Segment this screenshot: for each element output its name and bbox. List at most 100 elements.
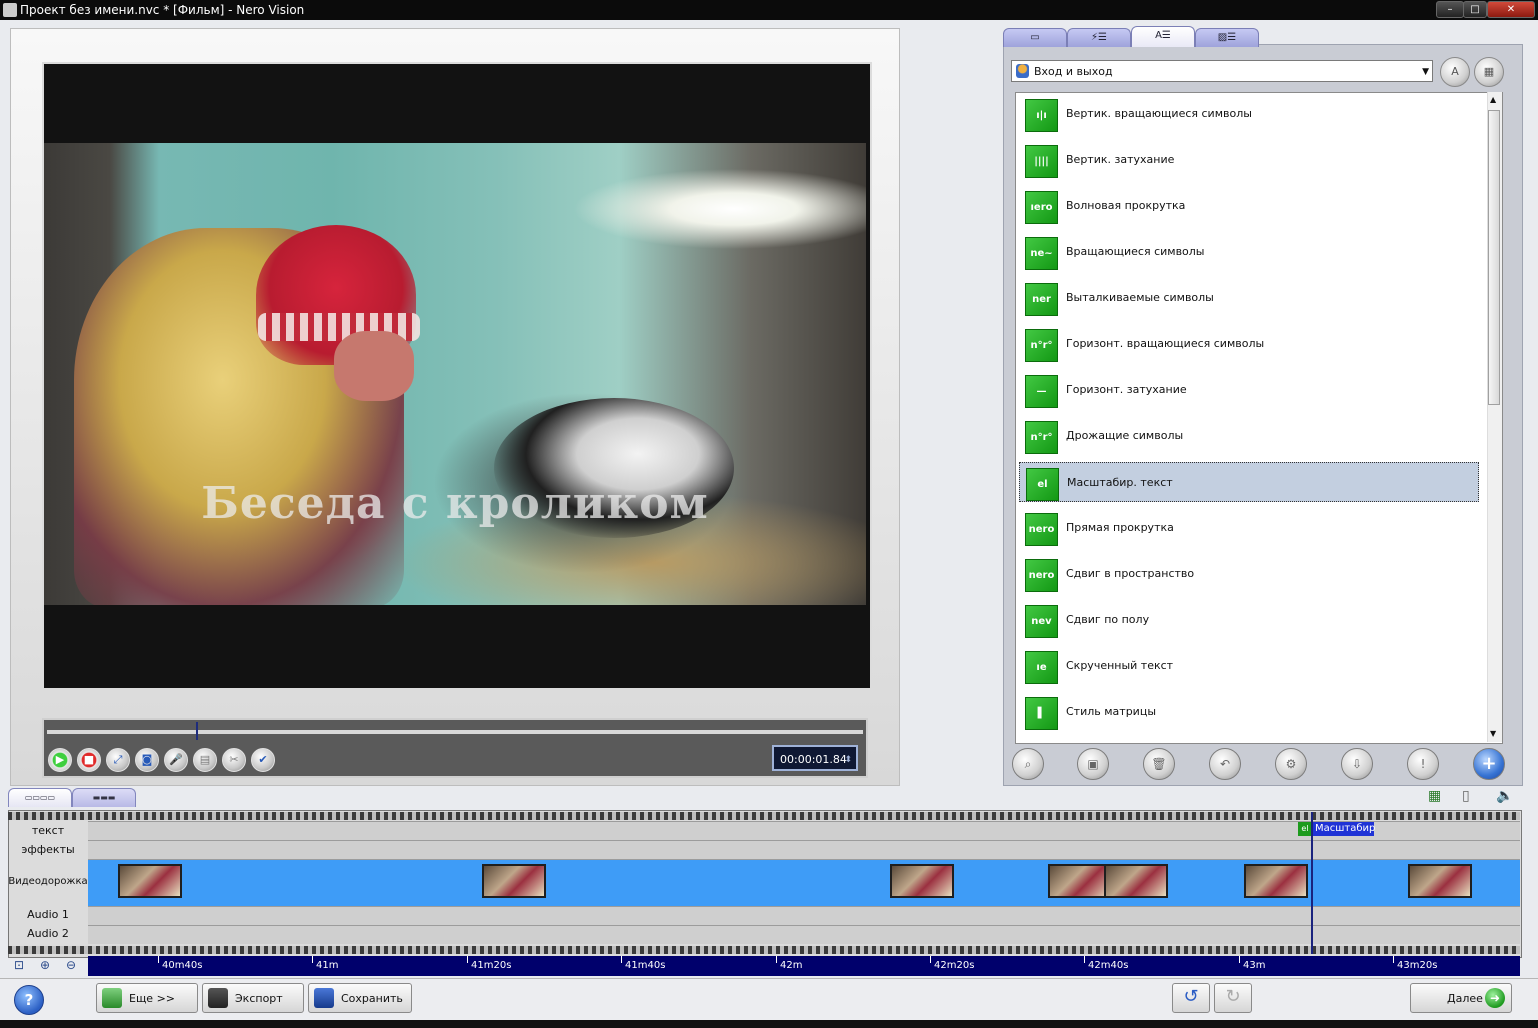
track-label-audio2: Audio 2 xyxy=(27,927,69,940)
effect-thumbnail-icon: ne~ xyxy=(1025,237,1058,270)
effect-item[interactable]: ▌ Стиль матрицы xyxy=(1019,692,1479,732)
effect-item[interactable]: ne~ Вращающиеся символы xyxy=(1019,232,1479,272)
app-icon xyxy=(3,3,17,17)
floppy-icon xyxy=(314,988,334,1008)
tab-video-effects[interactable]: ⚡☰ xyxy=(1067,28,1131,47)
effect-name: Масштабир. текст xyxy=(1067,476,1173,489)
video-clip[interactable] xyxy=(890,864,954,898)
close-button[interactable]: ✕ xyxy=(1487,1,1535,18)
trim-icon[interactable]: ▤ xyxy=(193,748,217,772)
speaker-icon[interactable]: 🔈 xyxy=(1496,788,1513,804)
effect-item[interactable]: n°r° Дрожащие символы xyxy=(1019,416,1479,456)
tab-timeline[interactable]: ▬▬▬ xyxy=(72,788,136,807)
zoom-fit-icon[interactable]: ⊡ xyxy=(14,958,30,974)
play-button[interactable]: ▶ xyxy=(48,748,72,772)
cut-icon[interactable]: ✂ xyxy=(222,748,246,772)
text-style-button[interactable]: A xyxy=(1440,57,1470,87)
effect-name: Сдвиг по полу xyxy=(1066,613,1150,626)
film-icon[interactable]: ▦ xyxy=(1428,788,1441,804)
scroll-down-icon[interactable]: ▼ xyxy=(1490,729,1496,738)
delete-icon[interactable]: 🗑 xyxy=(1143,748,1175,780)
ruler-tick: 42m xyxy=(775,956,802,976)
effect-name: Сдвиг в пространство xyxy=(1066,567,1195,580)
record-voice-button[interactable]: 🎤 xyxy=(164,748,188,772)
video-clip[interactable] xyxy=(1104,864,1168,898)
snapshot-button[interactable]: ◙ xyxy=(135,748,159,772)
zoom-in-icon[interactable]: ⊕ xyxy=(40,958,56,974)
tab-storyboard[interactable]: ▭▭▭▭ xyxy=(8,788,72,807)
undo-icon[interactable]: ↶ xyxy=(1209,748,1241,780)
tab-properties[interactable]: ▨☰ xyxy=(1195,28,1259,47)
audio2-track[interactable] xyxy=(88,925,1520,944)
redo-button[interactable]: ↻ xyxy=(1214,983,1252,1013)
effect-item[interactable]: nero Прямая прокрутка xyxy=(1019,508,1479,548)
effect-thumbnail-icon: el xyxy=(1026,468,1059,501)
ruler-tick: 40m40s xyxy=(157,956,202,976)
title-overlay-text: Беседа с кроликом xyxy=(201,478,709,529)
video-clip[interactable] xyxy=(1408,864,1472,898)
effect-thumbnail-icon: |||| xyxy=(1025,145,1058,178)
save-button[interactable]: Сохранить xyxy=(308,983,412,1013)
zoom-out-icon[interactable]: ⊖ xyxy=(66,958,82,974)
effect-item[interactable]: ıero Волновая прокрутка xyxy=(1019,186,1479,226)
timecode-field[interactable]: 00:00:01.84 ⬍ xyxy=(772,745,858,771)
book-icon[interactable]: ▯ xyxy=(1462,788,1470,804)
scrub-bar[interactable] xyxy=(47,730,863,734)
grid-view-button[interactable]: ▦ xyxy=(1474,57,1504,87)
ruler-tick: 41m40s xyxy=(620,956,665,976)
ruler-tick: 43m20s xyxy=(1392,956,1437,976)
minimize-button[interactable]: – xyxy=(1436,1,1464,18)
next-button[interactable]: Далее ➜ xyxy=(1410,983,1512,1013)
effect-name: Стиль матрицы xyxy=(1066,705,1156,718)
playhead[interactable] xyxy=(1311,812,1313,954)
next-label: Далее xyxy=(1447,992,1483,1005)
time-ruler[interactable]: 40m40s 41m 41m20s 41m40s 42m 42m20s 42m4… xyxy=(88,956,1520,976)
help-button[interactable]: ? xyxy=(14,985,44,1015)
alert-icon[interactable]: ! xyxy=(1407,748,1439,780)
stop-button[interactable]: ■ xyxy=(77,748,101,772)
effect-item[interactable]: nev Сдвиг по полу xyxy=(1019,600,1479,640)
video-clip[interactable] xyxy=(482,864,546,898)
effect-item[interactable]: — Горизонт. затухание xyxy=(1019,370,1479,410)
child-face xyxy=(334,331,414,401)
effect-thumbnail-icon: ▌ xyxy=(1025,697,1058,730)
film-strip-bottom xyxy=(8,946,1520,954)
effect-item[interactable]: ı|ı Вертик. вращающиеся символы xyxy=(1019,94,1479,134)
fullscreen-button[interactable]: ⤢ xyxy=(106,748,130,772)
text-clip[interactable]: el Масштабир xyxy=(1298,822,1375,836)
scrub-knob[interactable] xyxy=(196,722,198,740)
export-button[interactable]: Экспорт xyxy=(202,983,304,1013)
timecode-spinner-icon[interactable]: ⬍ xyxy=(844,747,852,773)
download-icon[interactable]: ⇩ xyxy=(1341,748,1373,780)
maximize-button[interactable]: □ xyxy=(1463,1,1487,18)
video-clip[interactable] xyxy=(1048,864,1112,898)
effect-item[interactable]: |||| Вертик. затухание xyxy=(1019,140,1479,180)
tab-transitions[interactable]: ▭ xyxy=(1003,28,1067,47)
scroll-up-icon[interactable]: ▲ xyxy=(1490,95,1496,104)
effect-item[interactable]: ner Выталкиваемые символы xyxy=(1019,278,1479,318)
add-button[interactable]: + xyxy=(1473,748,1505,780)
undo-button[interactable]: ↺ xyxy=(1172,983,1210,1013)
effect-item[interactable]: nero Сдвиг в пространство xyxy=(1019,554,1479,594)
video-clip[interactable] xyxy=(1244,864,1308,898)
window-title: Проект без имени.nvc * [Фильм] - Nero Vi… xyxy=(20,3,305,17)
search-icon[interactable]: ⌕ xyxy=(1012,748,1044,780)
effect-item[interactable]: n°r° Горизонт. вращающиеся символы xyxy=(1019,324,1479,364)
tab-text-effects[interactable]: A☰ xyxy=(1131,26,1195,47)
effect-item[interactable]: ıe Скрученный текст xyxy=(1019,646,1479,686)
ruler-tick: 43m xyxy=(1238,956,1265,976)
export-label: Экспорт xyxy=(235,992,283,1005)
effects-track[interactable] xyxy=(88,840,1520,859)
effect-thumbnail-icon: nero xyxy=(1025,513,1058,546)
settings-icon[interactable]: ⚙ xyxy=(1275,748,1307,780)
ruler-tick: 42m20s xyxy=(929,956,974,976)
audio1-track[interactable] xyxy=(88,906,1520,925)
effect-item[interactable]: el Масштабир. текст xyxy=(1019,462,1479,502)
apply-check-button[interactable]: ✔ xyxy=(251,748,275,772)
category-dropdown[interactable]: Вход и выход ▼ xyxy=(1011,60,1433,82)
list-scroll-thumb[interactable] xyxy=(1488,110,1500,405)
video-clip[interactable] xyxy=(118,864,182,898)
more-button[interactable]: Еще >> xyxy=(96,983,198,1013)
film-frame-icon[interactable]: ▣ xyxy=(1077,748,1109,780)
timecode-value: 00:00:01.84 xyxy=(780,753,847,766)
